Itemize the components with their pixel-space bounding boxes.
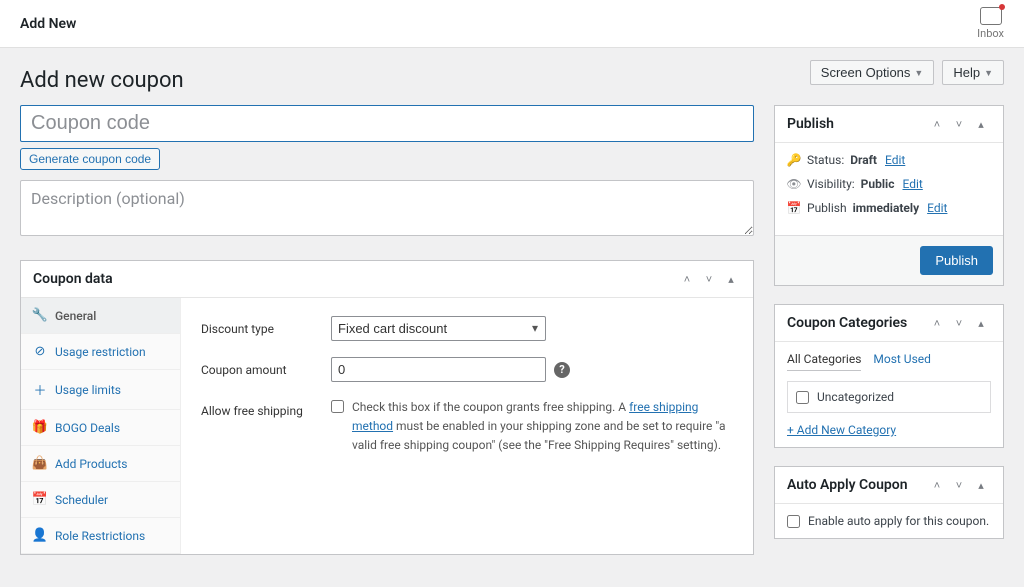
tab-add-products[interactable]: 👜 Add Products [21, 446, 180, 482]
discount-type-select[interactable]: Fixed cart discount [331, 316, 546, 341]
visibility-value: Public [861, 177, 895, 191]
auto-apply-title: Auto Apply Coupon [787, 477, 908, 493]
discount-type-label: Discount type [201, 316, 331, 336]
eye-icon: 👁 [787, 177, 801, 191]
screen-options-button[interactable]: Screen Options▼ [810, 60, 935, 85]
tab-general[interactable]: 🔧 General [21, 298, 180, 334]
tab-usage-restriction[interactable]: ⊘ Usage restriction [21, 334, 180, 370]
tab-most-used[interactable]: Most Used [873, 352, 931, 371]
page-title: Add new coupon [20, 58, 184, 93]
key-icon: 🔑 [787, 153, 801, 167]
schedule-value: immediately [853, 201, 920, 215]
free-shipping-checkbox[interactable] [331, 400, 344, 413]
move-down-icon[interactable]: ˅ [949, 313, 969, 333]
calendar-icon: 📅 [787, 201, 801, 215]
coupon-data-title: Coupon data [33, 271, 113, 287]
tab-role-restrictions[interactable]: 👤 Role Restrictions [21, 518, 180, 554]
ban-icon: ⊘ [33, 344, 47, 359]
move-down-icon[interactable]: ˅ [949, 475, 969, 495]
toggle-icon[interactable]: ▴ [721, 269, 741, 289]
description-textarea[interactable] [20, 180, 754, 236]
generate-code-button[interactable]: Generate coupon code [20, 148, 160, 170]
status-value: Draft [850, 153, 877, 167]
edit-status-link[interactable]: Edit [885, 153, 905, 167]
top-bar: Add New Inbox [0, 0, 1024, 48]
move-up-icon[interactable]: ˄ [677, 269, 697, 289]
auto-apply-label: Enable auto apply for this coupon. [808, 514, 989, 528]
move-up-icon[interactable]: ˄ [927, 114, 947, 134]
bag-icon: 👜 [33, 456, 47, 471]
chevron-down-icon: ▼ [914, 68, 923, 78]
inbox-icon [980, 7, 1002, 25]
free-shipping-text: Check this box if the coupon grants free… [352, 398, 733, 456]
toggle-icon[interactable]: ▴ [971, 313, 991, 333]
category-uncategorized-checkbox[interactable] [796, 391, 809, 404]
edit-schedule-link[interactable]: Edit [927, 201, 947, 215]
help-button[interactable]: Help▼ [942, 60, 1004, 85]
wrench-icon: 🔧 [33, 308, 47, 323]
move-up-icon[interactable]: ˄ [927, 313, 947, 333]
move-down-icon[interactable]: ˅ [949, 114, 969, 134]
inbox-button[interactable]: Inbox [977, 7, 1004, 40]
publish-button[interactable]: Publish [920, 246, 993, 275]
coupon-code-input[interactable] [20, 105, 754, 142]
gift-icon: 🎁 [33, 420, 47, 435]
tab-usage-limits[interactable]: ＋ Usage limits [21, 370, 180, 410]
move-down-icon[interactable]: ˅ [699, 269, 719, 289]
toggle-icon[interactable]: ▴ [971, 114, 991, 134]
toggle-icon[interactable]: ▴ [971, 475, 991, 495]
coupon-data-box: Coupon data ˄ ˅ ▴ 🔧 General ⊘ [20, 260, 754, 555]
edit-visibility-link[interactable]: Edit [902, 177, 922, 191]
chevron-down-icon: ▼ [984, 68, 993, 78]
publish-title: Publish [787, 116, 834, 132]
tab-bogo-deals[interactable]: 🎁 BOGO Deals [21, 410, 180, 446]
coupon-amount-input[interactable] [331, 357, 546, 382]
tab-scheduler[interactable]: 📅 Scheduler [21, 482, 180, 518]
tab-all-categories[interactable]: All Categories [787, 352, 861, 371]
move-up-icon[interactable]: ˄ [927, 475, 947, 495]
coupon-amount-label: Coupon amount [201, 357, 331, 377]
coupon-tabs: 🔧 General ⊘ Usage restriction ＋ Usage li… [21, 298, 181, 554]
inbox-label: Inbox [977, 27, 1004, 40]
auto-apply-box: Auto Apply Coupon ˄ ˅ ▴ Enable auto appl… [774, 466, 1004, 539]
categories-box: Coupon Categories ˄ ˅ ▴ All Categories M… [774, 304, 1004, 448]
add-category-link[interactable]: + Add New Category [787, 423, 896, 437]
category-uncategorized-label: Uncategorized [817, 390, 894, 404]
plus-icon: ＋ [33, 380, 47, 399]
user-icon: 👤 [33, 528, 47, 543]
auto-apply-checkbox[interactable] [787, 515, 800, 528]
help-icon[interactable]: ? [554, 362, 570, 378]
publish-box: Publish ˄ ˅ ▴ 🔑 Status: Draft Edit [774, 105, 1004, 286]
free-shipping-label: Allow free shipping [201, 398, 331, 418]
breadcrumb: Add New [20, 16, 76, 32]
calendar-icon: 📅 [33, 492, 47, 507]
categories-title: Coupon Categories [787, 315, 907, 331]
